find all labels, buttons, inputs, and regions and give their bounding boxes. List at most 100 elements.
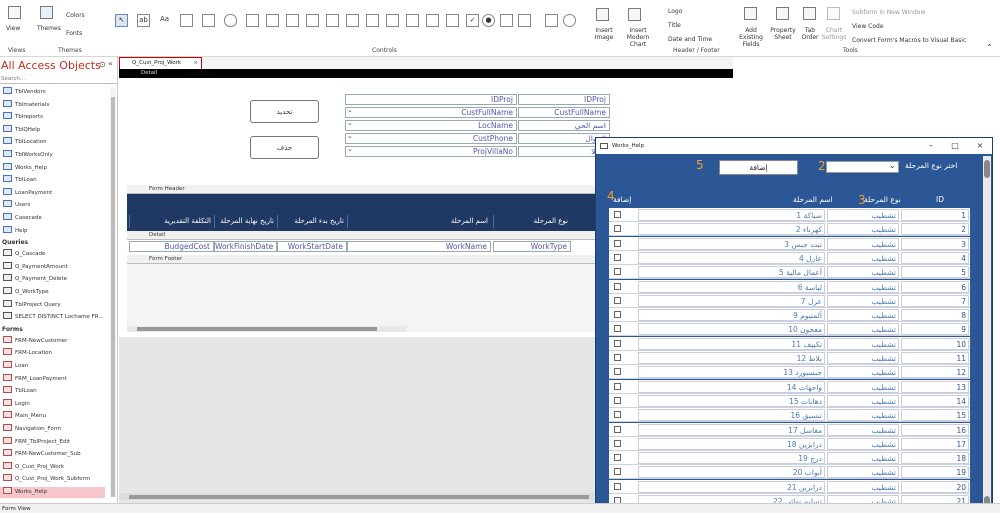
nav-section-forms[interactable]: Forms xyxy=(2,326,23,333)
date-time-button[interactable]: Date and Time xyxy=(668,36,712,43)
page-break-tool-icon[interactable] xyxy=(306,14,319,27)
nav-table-item[interactable]: TblLocation xyxy=(3,137,47,148)
work-id-cell[interactable]: 5 xyxy=(901,266,969,279)
work-name-cell[interactable]: 3 تبت جبس xyxy=(638,237,825,250)
radio-tool-icon[interactable]: ● xyxy=(482,14,495,27)
add-checkbox[interactable] xyxy=(614,296,621,304)
toggle-tool-icon[interactable] xyxy=(386,14,399,27)
work-type-cell[interactable]: تشطيب xyxy=(827,452,899,465)
work-type-cell[interactable]: تشطيب xyxy=(827,352,899,364)
work-name-cell[interactable]: 6 لياسة xyxy=(638,280,825,293)
work-name-cell[interactable]: 15 دهانات xyxy=(638,394,825,407)
nav-title[interactable]: All Access Objects xyxy=(1,59,101,72)
add-checkbox[interactable] xyxy=(614,468,621,476)
nav-query-item[interactable]: Q_WorkType xyxy=(3,287,49,298)
nav-form-item[interactable]: Q_Cust_Proj_Work_Subform xyxy=(3,474,90,485)
work-id-cell[interactable]: 9 xyxy=(901,323,969,336)
document-tab[interactable]: Q_Cust_Proj_Work × xyxy=(119,57,202,69)
webbrowser-tool-icon[interactable] xyxy=(246,14,259,27)
label-tool-icon[interactable]: Aa xyxy=(158,14,171,27)
nav-form-item[interactable]: FRM_TblProject_Edit xyxy=(3,436,70,448)
nav-table-item[interactable]: TblWorksOnly xyxy=(3,150,53,161)
nav-section-queries[interactable]: Queries xyxy=(2,239,28,246)
textbox-tool-icon[interactable]: ab xyxy=(137,14,150,27)
field-textbox[interactable]: CustPhone xyxy=(345,133,517,144)
work-id-cell[interactable]: 20 xyxy=(901,480,969,493)
bottom-hscrollbar[interactable] xyxy=(119,493,594,500)
work-name-cell[interactable]: 11 تكييف xyxy=(638,337,825,350)
work-type-cell[interactable]: تشطيب xyxy=(827,466,899,479)
work-name-cell[interactable]: 12 بلاط xyxy=(638,352,825,364)
nav-form-item[interactable]: Loan xyxy=(3,361,28,372)
work-type-cell[interactable]: تشطيب xyxy=(827,223,899,236)
button-tool-icon[interactable] xyxy=(180,14,193,27)
work-id-cell[interactable]: 19 xyxy=(901,466,969,479)
add-checkbox[interactable] xyxy=(614,325,621,333)
combo-tool-icon[interactable] xyxy=(326,14,339,27)
nav-form-item[interactable]: Works_Help xyxy=(0,487,105,498)
chevron-down-icon[interactable]: ⌄ xyxy=(347,106,353,114)
work-type-cell[interactable]: تشطيب xyxy=(827,280,899,293)
chart-settings-icon[interactable] xyxy=(827,7,840,20)
select-tool-icon[interactable]: ↖ xyxy=(115,14,128,27)
nav-table-item[interactable]: Help xyxy=(3,225,28,237)
add-checkbox[interactable] xyxy=(614,368,621,376)
work-type-cell[interactable]: تشطيب xyxy=(827,251,899,264)
nav-table-item[interactable]: Casecade xyxy=(3,213,42,224)
nav-search-input[interactable]: Search... xyxy=(0,74,117,84)
work-id-cell[interactable]: 10 xyxy=(901,337,969,350)
property-sheet-icon[interactable] xyxy=(776,7,789,20)
field-textbox[interactable]: IDProj xyxy=(345,94,517,105)
nav-form-item[interactable]: Main_Menu xyxy=(3,411,46,422)
work-id-cell[interactable]: 15 xyxy=(901,409,969,422)
work-type-cell[interactable]: تشطيب xyxy=(827,266,899,279)
work-type-cell[interactable]: تشطيب xyxy=(827,337,899,350)
image-tool-icon[interactable] xyxy=(446,14,459,27)
add-button[interactable]: إضافة xyxy=(719,160,798,175)
work-type-cell[interactable]: تشطيب xyxy=(827,394,899,407)
work-name-cell[interactable]: 18 درابزين xyxy=(638,437,825,450)
work-name-cell[interactable]: 9 ألمنيوم xyxy=(638,309,825,322)
nav-table-item[interactable]: TblQHelp xyxy=(3,124,40,136)
colors-button[interactable]: Colors xyxy=(66,12,85,19)
detail-field[interactable]: WorkName xyxy=(347,241,491,252)
insert-chart-icon[interactable] xyxy=(628,8,641,21)
add-checkbox[interactable] xyxy=(614,339,621,347)
insert-image-button[interactable]: Insert Image xyxy=(590,27,618,41)
add-checkbox[interactable] xyxy=(614,225,621,233)
add-checkbox[interactable] xyxy=(614,211,621,218)
collapse-ribbon-icon[interactable]: ⌃ xyxy=(986,44,993,52)
close-icon[interactable]: × xyxy=(970,138,990,154)
work-id-cell[interactable]: 1 xyxy=(901,209,969,221)
work-name-cell[interactable]: 7 عزل xyxy=(638,294,825,307)
work-type-cell[interactable]: تشطيب xyxy=(827,237,899,250)
hyperlink-tool-icon[interactable] xyxy=(224,14,237,27)
rectangle-tool-icon[interactable] xyxy=(426,14,439,27)
chart-settings-button[interactable]: Chart Settings xyxy=(821,27,847,41)
nav-query-item[interactable]: Q_Payment_Delete xyxy=(3,274,67,285)
add-fields-button[interactable]: Add Existing Fields xyxy=(733,27,769,48)
work-type-cell[interactable]: تشطيب xyxy=(827,209,899,221)
work-name-cell[interactable]: 14 واجهات xyxy=(638,380,825,393)
add-checkbox[interactable] xyxy=(614,411,621,419)
work-name-cell[interactable]: 16 تنسيق xyxy=(638,409,825,422)
add-checkbox[interactable] xyxy=(614,396,621,404)
insert-chart-button[interactable]: Insert Modern Chart xyxy=(618,27,658,48)
nav-form-item[interactable]: Q_Cust_Proj_Work xyxy=(3,461,64,473)
nav-table-item[interactable]: Works_Help xyxy=(3,162,47,174)
nav-table-item[interactable]: Users xyxy=(3,200,30,211)
add-checkbox[interactable] xyxy=(614,439,621,447)
detail-field[interactable]: WorkFinishDate xyxy=(214,241,277,252)
nav-scrollbar[interactable] xyxy=(110,87,116,497)
work-name-cell[interactable]: 19 درج xyxy=(638,452,825,465)
work-name-cell[interactable]: 2 كهرباء xyxy=(638,223,825,236)
fonts-button[interactable]: Fonts xyxy=(66,30,82,37)
add-checkbox[interactable] xyxy=(614,382,621,390)
listbox-tool-icon[interactable] xyxy=(406,14,419,27)
add-checkbox[interactable] xyxy=(614,354,621,361)
add-checkbox[interactable] xyxy=(614,282,621,290)
work-type-cell[interactable]: تشطيب xyxy=(827,423,899,436)
logo-button[interactable]: Logo xyxy=(668,8,682,15)
nav-query-item[interactable]: Q_Cascade xyxy=(3,249,45,260)
nav-form-item[interactable]: Login xyxy=(3,398,30,410)
